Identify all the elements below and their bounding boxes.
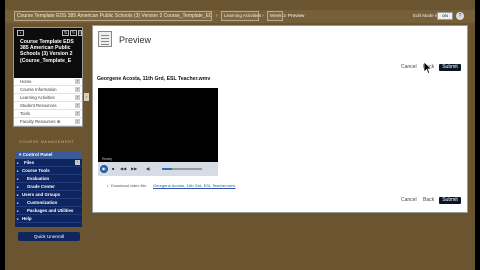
course-management-panel: ▾ Control Panel ▸ Files › ▸ Course Tools ▸ E… [15, 151, 82, 227]
cm-item-label: Packages and Utilities [27, 208, 74, 213]
course-title[interactable]: Course Template EDS 385 American Public … [20, 39, 80, 64]
cm-item-label: Files [24, 160, 35, 165]
course-menu: + ⇅ ↻ ≡ Course Template EDS 385 American… [13, 27, 83, 127]
cm-item-help[interactable]: ▸ Help [15, 215, 82, 223]
document-icon [98, 31, 112, 47]
chevron-down-icon[interactable]: › [75, 119, 80, 124]
chevron-down-icon[interactable]: › [75, 79, 80, 84]
cm-item-packages-utilities[interactable]: ▸ Packages and Utilities [15, 207, 82, 215]
menu-options-icon[interactable]: ≡ [78, 30, 82, 36]
expand-arrow-icon: ▸ [17, 177, 19, 181]
menu-item-label: Home [20, 79, 32, 84]
help-icon[interactable]: ? [456, 12, 464, 20]
breadcrumb-learning-activities[interactable]: Learning Activities [221, 11, 261, 21]
page-title: Preview [119, 35, 152, 45]
seek-bar[interactable] [162, 168, 202, 170]
download-video-link[interactable]: Georgene Acosta, 11th Grd, ESL Teacher.w… [153, 183, 235, 188]
menu-item-label: Learning Activities [20, 95, 55, 100]
stop-icon[interactable]: ■ [112, 166, 114, 172]
player-controls: ▶ ■ ◀◀ ▶▶ ◀) [98, 162, 218, 176]
cancel-button[interactable]: Cancel [401, 64, 417, 71]
collapse-menu-handle[interactable]: ‹ [84, 93, 89, 101]
submit-button[interactable]: Submit [439, 64, 461, 71]
cm-item-users-and-groups[interactable]: ▸ Users and Groups [15, 191, 82, 199]
cm-item-label: Course Tools [22, 168, 50, 173]
expand-arrow-icon: ▸ [17, 193, 19, 197]
seek-bar-fill [162, 168, 172, 170]
video-player[interactable]: Ready ▶ ■ ◀◀ ▶▶ ◀) [98, 88, 218, 176]
breadcrumb-separator: › [216, 13, 218, 19]
add-menu-item-icon[interactable]: + [17, 30, 24, 36]
course-menu-links: Home › Course Information › Learning Activ… [14, 78, 82, 126]
bullet: • [107, 183, 109, 188]
expand-arrow-icon: ▸ [17, 185, 19, 189]
cancel-button-bottom[interactable]: Cancel [401, 197, 417, 204]
volume-icon[interactable]: ◀) [146, 166, 150, 172]
cm-item-grade-center[interactable]: ▸ Grade Center [15, 183, 82, 191]
fast-forward-icon[interactable]: ▶▶ [131, 166, 137, 172]
expand-arrow-icon: ▸ [17, 161, 19, 165]
menu-item-learning-activities[interactable]: Learning Activities › [14, 94, 82, 102]
submit-button-bottom[interactable]: Submit [439, 197, 461, 204]
cm-item-label: Evaluation [27, 176, 50, 181]
cm-item-files[interactable]: ▸ Files › [15, 159, 82, 167]
cm-item-course-tools[interactable]: ▸ Course Tools [15, 167, 82, 175]
main-content: Preview Cancel Back Submit Georgene Acos… [92, 25, 468, 213]
menu-item-label: Tools [20, 111, 31, 116]
reorder-icon[interactable]: ⇅ [62, 30, 69, 36]
menu-item-student-resources[interactable]: Student Resources › [14, 102, 82, 110]
download-label: Download video file: [111, 183, 147, 188]
player-status: Ready [102, 157, 113, 161]
menu-item-label: Faculty Resources ⊕ [20, 119, 61, 124]
control-panel-title[interactable]: ▾ Control Panel [15, 151, 82, 159]
chevron-down-icon[interactable]: › [75, 103, 80, 108]
cm-item-label: Customization [27, 200, 58, 205]
menu-item-label: Course Information [20, 87, 57, 92]
breadcrumb-separator: › [262, 13, 264, 19]
menu-item-tools[interactable]: Tools › [14, 110, 82, 118]
chevron-down-icon[interactable]: › [75, 160, 80, 165]
expand-arrow-icon: ▸ [17, 217, 19, 221]
cm-item-label: Grade Center [27, 184, 55, 189]
breadcrumb-bar: Course Template EDS 385 American Public … [5, 10, 475, 23]
expand-arrow-icon: ▸ [17, 169, 19, 173]
menu-item-home[interactable]: Home › [14, 78, 82, 86]
breadcrumb-current: Preview [288, 13, 305, 18]
refresh-icon[interactable]: ↻ [70, 30, 77, 36]
cm-item-label: Users and Groups [22, 192, 61, 197]
edit-mode-label: Edit Mode is: [413, 13, 440, 18]
cm-item-label: Help [22, 216, 32, 221]
cm-item-evaluation[interactable]: ▸ Evaluation [15, 175, 82, 183]
course-menu-header: + ⇅ ↻ ≡ Course Template EDS 385 American… [14, 28, 82, 78]
chevron-down-icon[interactable]: › [75, 87, 80, 92]
breadcrumb-separator: › [285, 13, 287, 19]
browser-page: Course Template EDS 385 American Public … [5, 0, 475, 270]
video-file-heading: Georgene Acosta, 11th Grd, ESL Teacher.w… [97, 76, 211, 82]
quick-unenroll-button[interactable]: Quick Unenroll [18, 232, 80, 241]
breadcrumb-week[interactable]: Week 1 [267, 11, 286, 21]
course-management-heading: COURSE MANAGEMENT [19, 139, 75, 144]
cm-item-customization[interactable]: ▸ Customization [15, 199, 82, 207]
menu-item-label: Student Resources [20, 103, 57, 108]
play-icon[interactable]: ▶ [100, 165, 108, 173]
mouse-cursor-icon [424, 62, 432, 74]
edit-mode-toggle[interactable]: ON [437, 12, 453, 20]
menu-item-faculty-resources[interactable]: Faculty Resources ⊕ › [14, 118, 82, 126]
breadcrumb-course-path[interactable]: Course Template EDS 385 American Public … [14, 11, 212, 21]
chevron-down-icon[interactable]: › [75, 95, 80, 100]
back-button-bottom[interactable]: Back [423, 197, 434, 204]
expand-arrow-icon: ▸ [17, 201, 19, 205]
expand-arrow-icon: ▸ [17, 209, 19, 213]
chevron-down-icon[interactable]: › [75, 111, 80, 116]
rewind-icon[interactable]: ◀◀ [120, 166, 126, 172]
menu-item-course-information[interactable]: Course Information › [14, 86, 82, 94]
